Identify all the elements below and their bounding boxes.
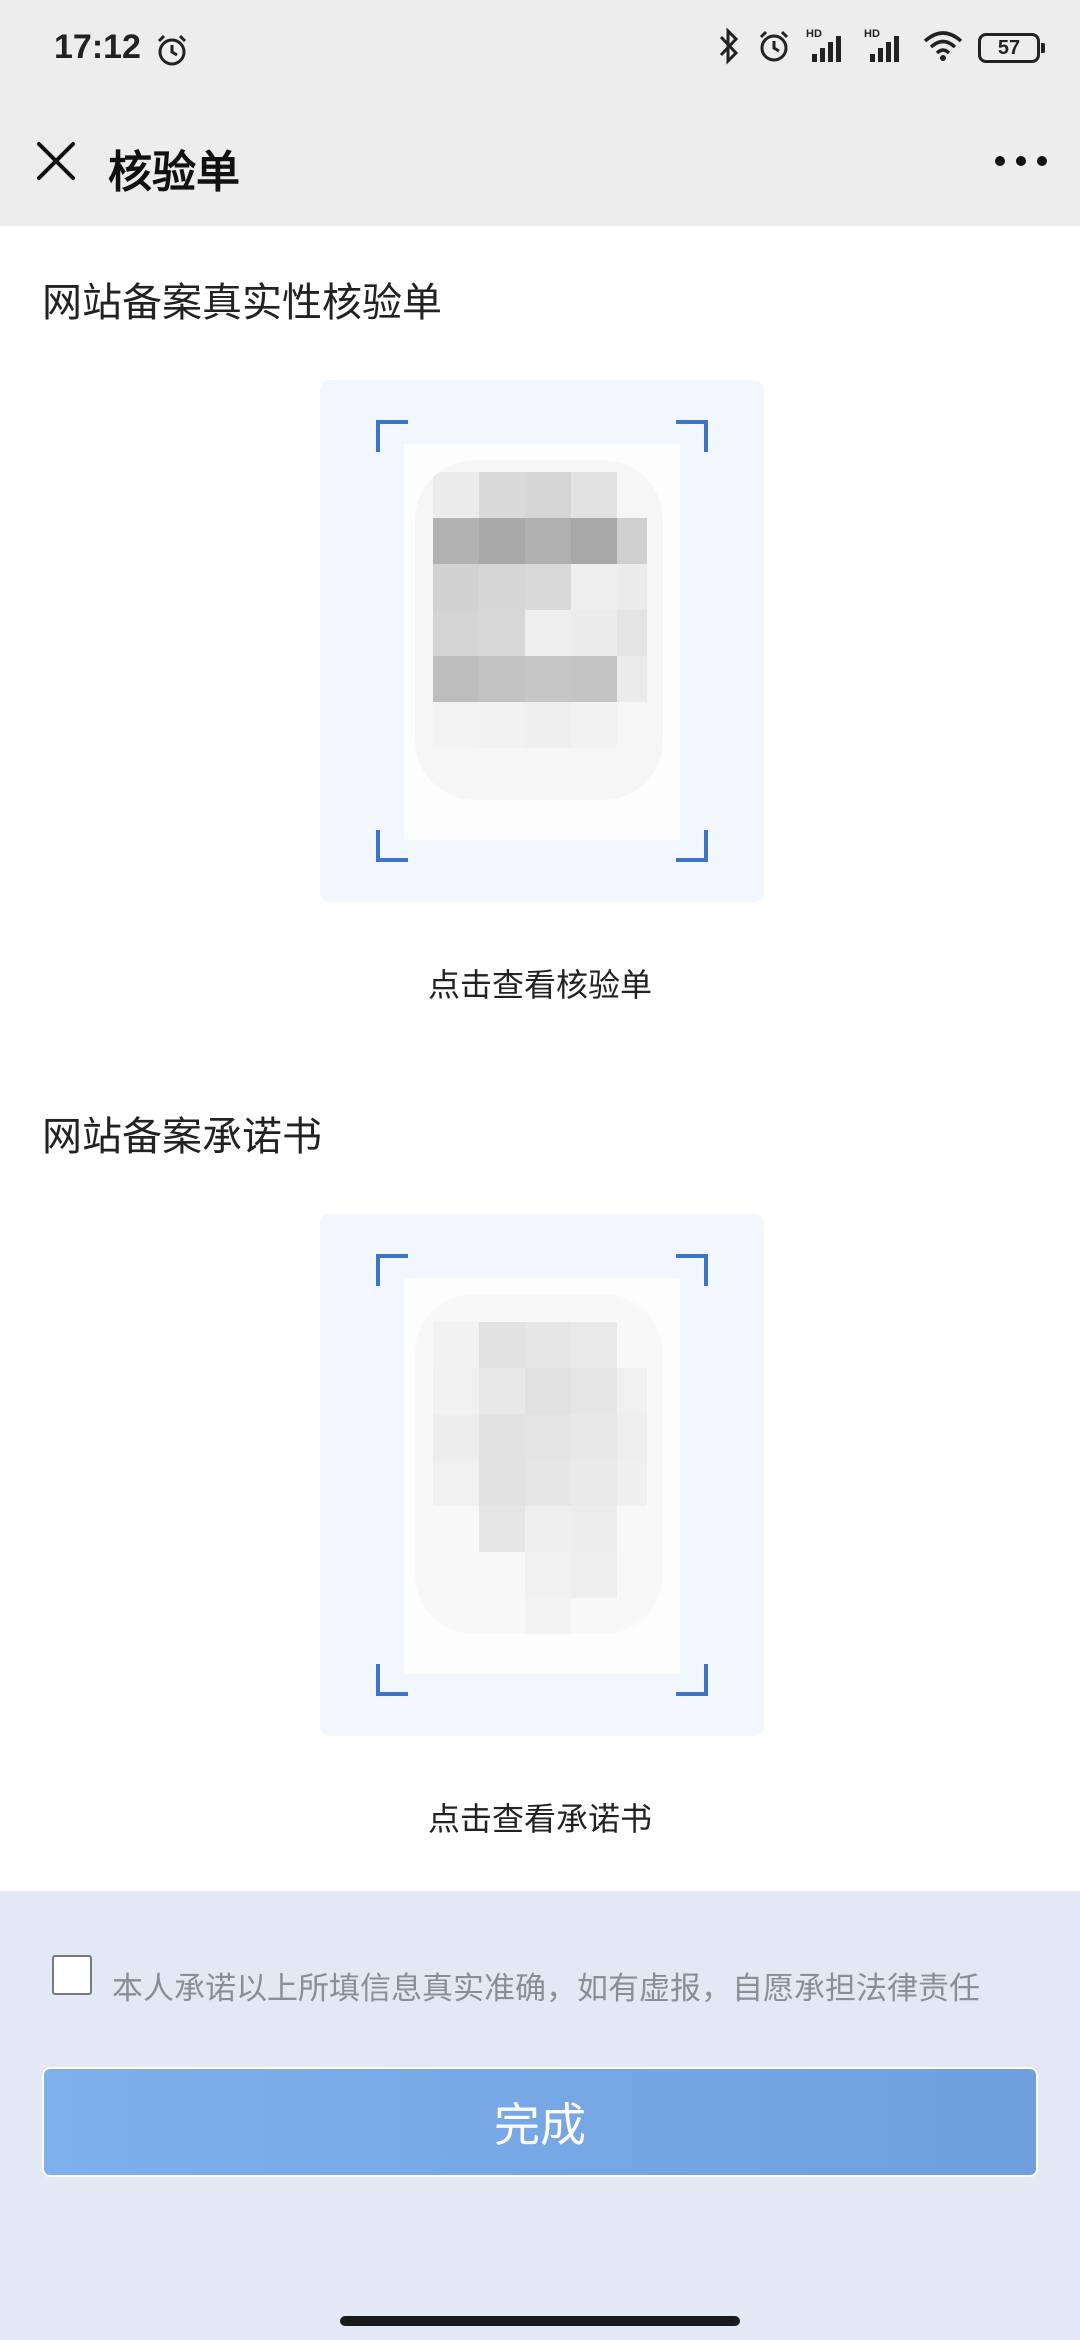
status-bar: 17:12 HD HD 57 [0,0,1080,100]
view-verification-link[interactable]: 点击查看核验单 [0,960,1080,1006]
close-icon [37,142,75,180]
scan-corner-icon [676,830,708,862]
scan-corner-icon [676,1254,708,1286]
screen: 17:12 HD HD 57 核验单 网站备案真实性核验单 点击查看核验单 网站… [0,0,1080,2340]
svg-text:HD: HD [806,28,822,40]
bottom-panel: 本人承诺以上所填信息真实准确，如有虚报，自愿承担法律责任 完成 [0,1891,1080,2295]
scan-corner-icon [376,830,408,862]
home-indicator[interactable] [340,2316,740,2326]
view-commitment-link[interactable]: 点击查看承诺书 [0,1794,1080,1840]
more-button[interactable] [988,128,1054,194]
content: 网站备案真实性核验单 点击查看核验单 网站备案承诺书 点击查看承诺书 [0,226,1080,1891]
agreement-checkbox[interactable] [52,1955,92,1995]
scan-corner-icon [676,420,708,452]
battery-level: 57 [997,36,1021,59]
scan-corner-icon [376,1664,408,1696]
scan-corner-icon [376,1254,408,1286]
alarm-icon [154,32,190,72]
bluetooth-icon [716,26,742,70]
blurred-document-image [415,460,663,800]
svg-text:HD: HD [864,28,880,40]
agreement-row: 本人承诺以上所填信息真实准确，如有虚报，自愿承担法律责任 [52,1955,980,2008]
wifi-icon [922,29,964,67]
scan-corner-icon [676,1664,708,1696]
hd-signal-icon: HD [864,26,908,70]
page-title: 核验单 [108,147,240,198]
header: 核验单 [0,100,1080,226]
battery-icon: 57 [978,33,1045,63]
blurred-document-image [415,1294,663,1634]
alarm-icon [756,28,792,68]
section-title-verification: 网站备案真实性核验单 [42,280,442,326]
status-icons: HD HD 57 [716,26,1045,70]
hd-signal-icon: HD [806,26,850,70]
agreement-text: 本人承诺以上所填信息真实准确，如有虚报，自愿承担法律责任 [112,1971,980,2007]
done-button[interactable]: 完成 [42,2067,1038,2177]
more-icon [995,156,1047,166]
close-button[interactable] [26,128,86,194]
status-time: 17:12 [54,28,141,66]
section-title-commitment: 网站备案承诺书 [42,1114,322,1160]
verification-document-preview[interactable] [320,380,764,902]
scan-corner-icon [376,420,408,452]
navigation-bar [0,2295,1080,2340]
commitment-document-preview[interactable] [320,1214,764,1736]
